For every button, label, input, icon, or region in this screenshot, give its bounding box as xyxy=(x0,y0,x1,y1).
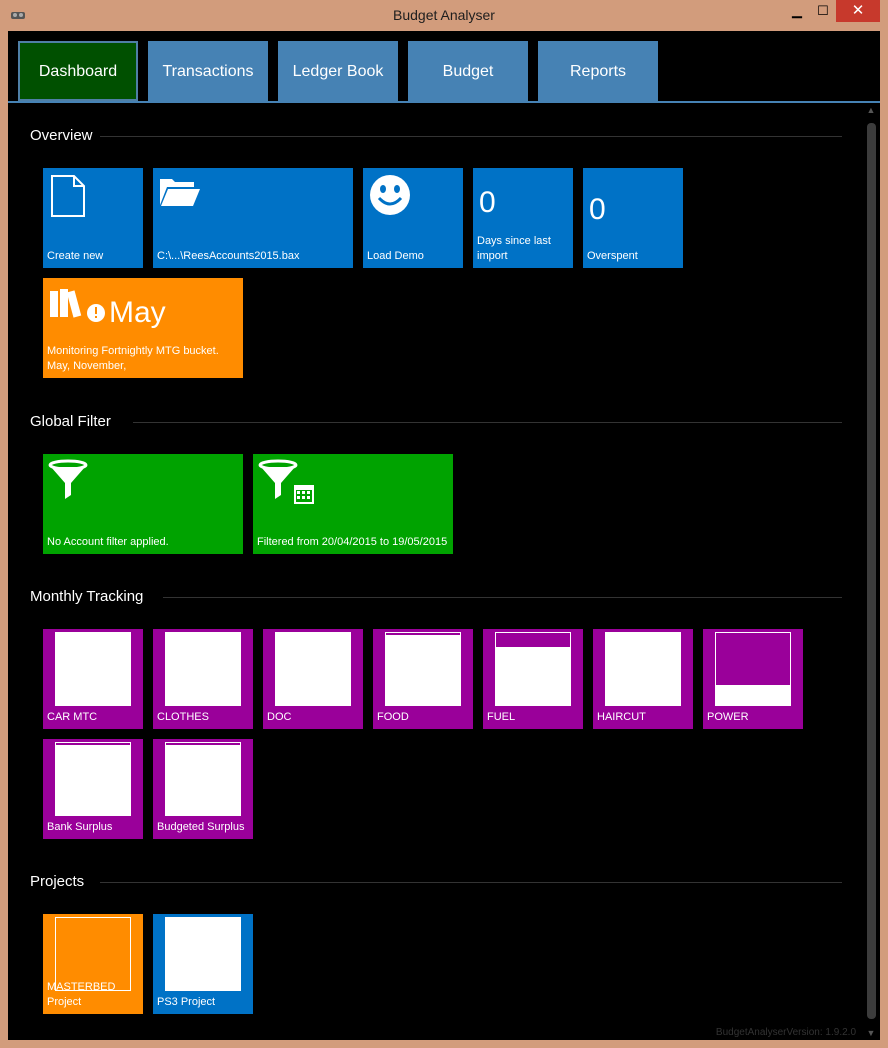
tracking-1-tile[interactable]: CAR MTC xyxy=(43,629,143,729)
create-new-tile[interactable]: Create new xyxy=(43,168,143,268)
overspent-label: Overspent xyxy=(587,250,638,262)
tracking-9-progress-gauge xyxy=(165,742,241,816)
project-2-progress-gauge xyxy=(165,917,241,991)
overview-heading: Overview xyxy=(30,127,93,144)
overspent-tile[interactable]: 0 Overspent xyxy=(583,168,683,268)
tracking-5-tile[interactable]: FUEL xyxy=(483,629,583,729)
days-since-import-tile[interactable]: 0 Days since last import xyxy=(473,168,573,268)
tracking-9-tile[interactable]: Budgeted Surplus xyxy=(153,739,253,839)
overview-divider xyxy=(100,136,842,137)
main-window: Dashboard Transactions Ledger Book Budge… xyxy=(8,31,880,1040)
tracking-6-label: HAIRCUT xyxy=(597,711,646,723)
month-text: May xyxy=(109,296,166,329)
date-filter-tile[interactable]: Filtered from 20/04/2015 to 19/05/2015 xyxy=(253,454,453,554)
tracking-8-progress-gauge xyxy=(55,742,131,816)
tab-dashboard[interactable]: Dashboard xyxy=(18,41,138,101)
monitoring-label: Monitoring Fortnightly MTG bucket. May, … xyxy=(47,345,219,372)
filter-calendar-icon xyxy=(258,459,320,510)
project-1-tile[interactable]: MASTERBED Project xyxy=(43,914,143,1014)
monthly-tracking-divider xyxy=(163,597,842,598)
project-2-progress-fill xyxy=(166,918,240,990)
tracking-9-progress-fill xyxy=(166,745,240,815)
days-since-import-label: Days since last import xyxy=(477,235,551,262)
tracking-4-label: FOOD xyxy=(377,711,409,723)
tracking-6-progress-fill xyxy=(606,633,680,705)
tracking-7-progress-fill xyxy=(716,684,790,705)
scroll-down-arrow[interactable]: ▼ xyxy=(862,1028,880,1038)
tab-transactions[interactable]: Transactions xyxy=(148,41,268,101)
tracking-4-progress-fill xyxy=(386,635,460,705)
tracking-3-progress-fill xyxy=(276,633,350,705)
tab-reports[interactable]: Reports xyxy=(538,41,658,101)
project-2-tile[interactable]: PS3 Project xyxy=(153,914,253,1014)
vertical-scrollbar[interactable]: ▲ ▼ xyxy=(862,103,880,1040)
tab-ledger-book[interactable]: Ledger Book xyxy=(278,41,398,101)
scrollbar-thumb[interactable] xyxy=(867,123,876,1019)
new-document-icon xyxy=(48,173,88,222)
tracking-4-progress-gauge xyxy=(385,632,461,706)
tracking-2-label: CLOTHES xyxy=(157,711,209,723)
tab-bar: Dashboard Transactions Ledger Book Budge… xyxy=(8,31,880,102)
tracking-6-progress-gauge xyxy=(605,632,681,706)
open-file-tile[interactable]: C:\...\ReesAccounts2015.bax xyxy=(153,168,353,268)
tracking-9-label: Budgeted Surplus xyxy=(157,821,245,833)
monthly-tracking-heading: Monthly Tracking xyxy=(30,588,144,605)
tracking-3-progress-gauge xyxy=(275,632,351,706)
tracking-2-progress-fill xyxy=(166,633,240,705)
books-warning-icon xyxy=(48,283,106,328)
global-filter-heading: Global Filter xyxy=(30,413,111,430)
projects-heading: Projects xyxy=(30,873,85,890)
minimize-button[interactable]: ▁ xyxy=(784,0,810,22)
days-since-import-value: 0 xyxy=(479,186,496,219)
tracking-3-label: DOC xyxy=(267,711,292,723)
tracking-7-tile[interactable]: POWER xyxy=(703,629,803,729)
tracking-1-label: CAR MTC xyxy=(47,711,98,723)
projects-divider xyxy=(100,882,842,883)
folder-open-icon xyxy=(158,173,202,212)
account-filter-label: No Account filter applied. xyxy=(47,536,169,548)
tracking-8-label: Bank Surplus xyxy=(47,821,113,833)
tab-budget[interactable]: Budget xyxy=(408,41,528,101)
tracking-7-label: POWER xyxy=(707,711,749,723)
maximize-button[interactable]: ☐ xyxy=(810,0,836,22)
tracking-1-progress-gauge xyxy=(55,632,131,706)
title-bar: Budget Analyser ▁ ☐ ✕ xyxy=(0,0,888,32)
tracking-5-label: FUEL xyxy=(487,711,516,723)
tracking-1-progress-fill xyxy=(56,633,130,705)
close-button[interactable]: ✕ xyxy=(836,0,880,22)
tracking-2-tile[interactable]: CLOTHES xyxy=(153,629,253,729)
overspent-value: 0 xyxy=(589,193,606,226)
account-filter-tile[interactable]: No Account filter applied. xyxy=(43,454,243,554)
scroll-up-arrow[interactable]: ▲ xyxy=(862,105,880,115)
dashboard-content: Overview Create new C:\...\ReesAccounts2… xyxy=(8,103,864,1040)
tracking-5-progress-fill xyxy=(496,647,570,705)
file-path-label: C:\...\ReesAccounts2015.bax xyxy=(157,250,300,262)
date-filter-label: Filtered from 20/04/2015 to 19/05/2015 xyxy=(257,536,448,548)
load-demo-label: Load Demo xyxy=(367,250,424,262)
window-title: Budget Analyser xyxy=(393,7,495,23)
create-new-label: Create new xyxy=(47,250,104,262)
smiley-icon xyxy=(368,173,412,220)
project-2-label: PS3 Project xyxy=(157,996,216,1008)
tracking-6-tile[interactable]: HAIRCUT xyxy=(593,629,693,729)
load-demo-tile[interactable]: Load Demo xyxy=(363,168,463,268)
tracking-8-tile[interactable]: Bank Surplus xyxy=(43,739,143,839)
tracking-5-progress-gauge xyxy=(495,632,571,706)
tracking-8-progress-fill xyxy=(56,745,130,815)
global-filter-divider xyxy=(133,422,842,423)
tracking-7-progress-gauge xyxy=(715,632,791,706)
monitoring-tile[interactable]: May Monitoring Fortnightly MTG bucket. M… xyxy=(43,278,243,378)
version-label: BudgetAnalyserVersion: 1.9.2.0 xyxy=(715,1027,856,1038)
tracking-2-progress-gauge xyxy=(165,632,241,706)
tracking-4-tile[interactable]: FOOD xyxy=(373,629,473,729)
filter-icon xyxy=(48,459,88,504)
tracking-3-tile[interactable]: DOC xyxy=(263,629,363,729)
project-1-label: MASTERBED Project xyxy=(47,981,116,1008)
